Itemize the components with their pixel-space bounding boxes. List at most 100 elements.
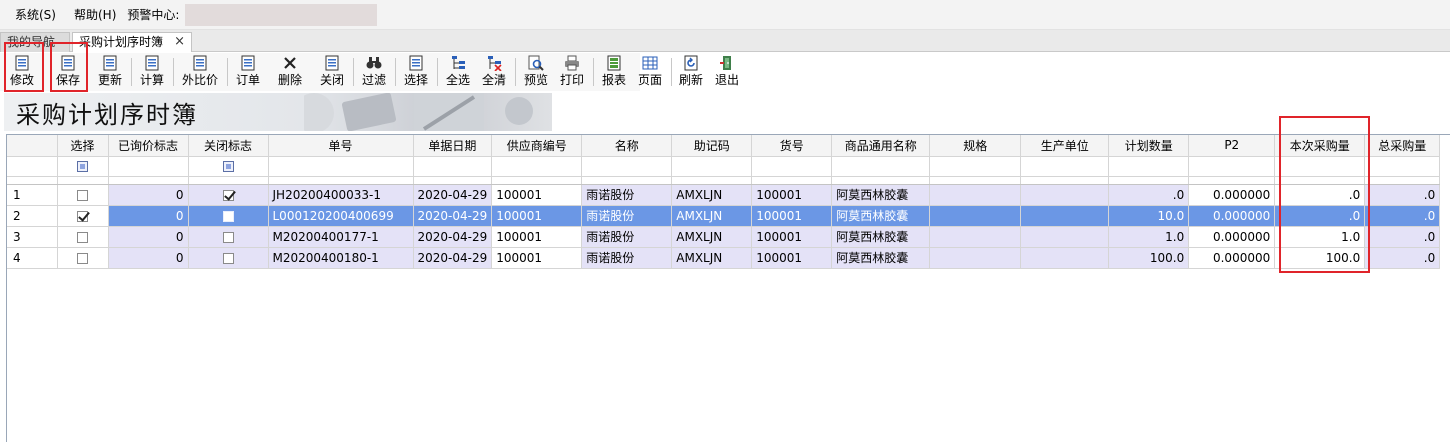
- refresh-button[interactable]: 刷新: [675, 53, 707, 91]
- close-flag-cell[interactable]: [188, 247, 269, 269]
- print-button[interactable]: 打印: [556, 53, 588, 91]
- p2-cell[interactable]: 0.000000: [1188, 184, 1276, 206]
- select-cell[interactable]: [57, 226, 109, 248]
- close-button[interactable]: 关闭: [316, 53, 348, 91]
- filter-cell[interactable]: [1188, 156, 1276, 177]
- menu-help[interactable]: 帮助(H): [65, 0, 125, 30]
- close-flag-checkbox[interactable]: [222, 252, 234, 264]
- supplier-no-cell[interactable]: 100001: [491, 184, 583, 206]
- toolbar-separator: [395, 58, 396, 86]
- select-all-button[interactable]: 全选: [442, 53, 474, 91]
- filter-cell[interactable]: [671, 156, 753, 177]
- close-flag-filter-checkbox[interactable]: [222, 161, 234, 172]
- update-button[interactable]: 更新: [94, 53, 126, 91]
- preview-button[interactable]: 预览: [520, 53, 552, 91]
- table-row[interactable]: 1 0 JH20200400033-1 2020-04-29 100001 雨诺…: [7, 184, 1441, 206]
- column-header[interactable]: 关闭标志: [188, 135, 269, 157]
- current-qty-cell[interactable]: .0: [1274, 205, 1366, 227]
- report-button[interactable]: 报表: [598, 53, 630, 91]
- clear-all-button[interactable]: 全清: [478, 53, 510, 91]
- column-header[interactable]: 规格: [929, 135, 1022, 157]
- column-header[interactable]: 单号: [268, 135, 414, 157]
- supplier-no-cell[interactable]: 100001: [491, 226, 583, 248]
- column-header[interactable]: 生产单位: [1020, 135, 1110, 157]
- save-button[interactable]: 保存: [52, 53, 84, 91]
- supplier-no-cell[interactable]: 100001: [491, 247, 583, 269]
- refresh-label: 刷新: [678, 73, 703, 87]
- page-button[interactable]: 页面: [634, 53, 666, 91]
- form-icon: [408, 55, 424, 71]
- column-header[interactable]: 供应商编号: [491, 135, 583, 157]
- price-compare-button[interactable]: 外比价: [178, 53, 222, 91]
- close-icon[interactable]: ×: [174, 33, 185, 51]
- p2-cell[interactable]: 0.000000: [1188, 226, 1276, 248]
- filter-button[interactable]: 过滤: [358, 53, 390, 91]
- filter-cell[interactable]: [57, 156, 109, 177]
- p2-cell[interactable]: 0.000000: [1188, 205, 1276, 227]
- filter-cell[interactable]: [413, 156, 493, 177]
- exit-button[interactable]: 退出: [711, 53, 743, 91]
- filter-cell[interactable]: [1108, 156, 1190, 177]
- select-cell[interactable]: [57, 184, 109, 206]
- column-header[interactable]: P2: [1188, 135, 1276, 157]
- plan-qty-cell: 1.0: [1108, 226, 1190, 248]
- filter-cell[interactable]: [831, 156, 931, 177]
- row-select-checkbox[interactable]: [77, 231, 88, 243]
- select-button[interactable]: 选择: [400, 53, 432, 91]
- order-button[interactable]: 订单: [232, 53, 264, 91]
- filter-cell[interactable]: [108, 156, 189, 177]
- column-header[interactable]: 选择: [57, 135, 109, 157]
- filter-cell[interactable]: [581, 156, 673, 177]
- total-qty-cell: .0: [1364, 226, 1441, 248]
- row-select-checkbox[interactable]: [77, 210, 88, 222]
- column-header[interactable]: 名称: [581, 135, 673, 157]
- select-cell[interactable]: [57, 205, 109, 227]
- column-header[interactable]: 助记码: [671, 135, 753, 157]
- close-flag-cell[interactable]: [188, 226, 269, 248]
- tab-my-navigation[interactable]: 我的导航: [0, 32, 70, 52]
- close-flag-cell[interactable]: [188, 205, 269, 227]
- row-select-checkbox[interactable]: [77, 189, 88, 201]
- filter-cell[interactable]: [1020, 156, 1110, 177]
- current-qty-cell[interactable]: .0: [1274, 184, 1366, 206]
- filter-cell[interactable]: [1364, 156, 1441, 177]
- preview-icon: [528, 55, 544, 71]
- filter-cell[interactable]: [929, 156, 1022, 177]
- table-row-selected[interactable]: 2 0 L000120200400699 2020-04-29 100001 雨…: [7, 205, 1441, 227]
- current-qty-cell[interactable]: 1.0: [1274, 226, 1366, 248]
- column-header[interactable]: [7, 135, 58, 157]
- filter-cell[interactable]: [491, 156, 583, 177]
- p2-cell[interactable]: 0.000000: [1188, 247, 1276, 269]
- edit-button[interactable]: 修改: [6, 53, 38, 91]
- menu-system[interactable]: 系统(S): [6, 0, 65, 30]
- toolbar-separator: [227, 58, 228, 86]
- table-row[interactable]: 4 0 M20200400180-1 2020-04-29 100001 雨诺股…: [7, 247, 1441, 269]
- column-header[interactable]: 计划数量: [1108, 135, 1190, 157]
- filter-cell[interactable]: [268, 156, 414, 177]
- column-header[interactable]: 单据日期: [413, 135, 493, 157]
- select-all-checkbox[interactable]: [77, 161, 88, 172]
- tab-purchase-plan[interactable]: 采购计划序时簿 ×: [72, 32, 192, 52]
- close-flag-checkbox[interactable]: [222, 210, 234, 222]
- purchase-plan-grid[interactable]: 选择 已询价标志 关闭标志 单号 单据日期 供应商编号 名称 助记码 货号 商品…: [6, 134, 1450, 442]
- filter-cell[interactable]: [1274, 156, 1366, 177]
- close-flag-checkbox[interactable]: [222, 189, 234, 201]
- delete-button[interactable]: 删除: [274, 53, 306, 91]
- filter-cell[interactable]: [188, 156, 269, 177]
- column-header[interactable]: 总采购量: [1364, 135, 1441, 157]
- supplier-no-cell[interactable]: 100001: [491, 205, 583, 227]
- current-qty-cell[interactable]: 100.0: [1274, 247, 1366, 269]
- column-header[interactable]: 商品通用名称: [831, 135, 931, 157]
- row-select-checkbox[interactable]: [77, 252, 88, 264]
- alert-center-field[interactable]: [185, 3, 378, 26]
- filter-cell[interactable]: [751, 156, 833, 177]
- close-flag-checkbox[interactable]: [222, 231, 234, 243]
- table-row[interactable]: 3 0 M20200400177-1 2020-04-29 100001 雨诺股…: [7, 226, 1441, 248]
- column-header[interactable]: 本次采购量: [1274, 135, 1366, 157]
- column-header[interactable]: 已询价标志: [108, 135, 189, 157]
- select-cell[interactable]: [57, 247, 109, 269]
- column-header[interactable]: 货号: [751, 135, 833, 157]
- calculate-button[interactable]: 计算: [136, 53, 168, 91]
- filter-cell[interactable]: [7, 156, 58, 177]
- close-flag-cell[interactable]: [188, 184, 269, 206]
